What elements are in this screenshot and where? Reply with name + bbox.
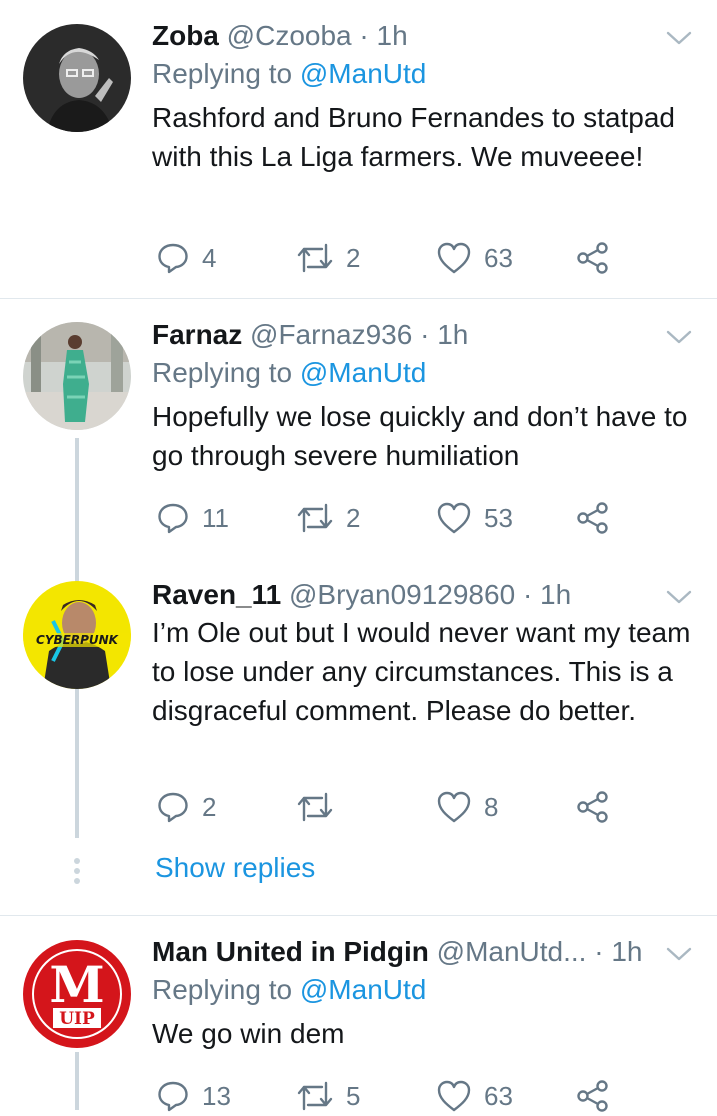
avatar-manutd-pidgin[interactable]: M UIP [23,940,131,1048]
chevron-down-icon[interactable] [665,327,693,347]
reply-button[interactable]: 4 [156,238,216,278]
like-count: 63 [484,242,513,273]
replying-prefix: Replying to [152,974,300,1005]
timestamp[interactable]: 1h [437,319,468,350]
like-count: 63 [484,1080,513,1111]
tweet-text: I’m Ole out but I would never want my te… [152,617,691,726]
chevron-down-icon[interactable] [665,28,693,48]
like-count: 53 [484,502,513,533]
timestamp[interactable]: 1h [377,20,408,51]
mention-link[interactable]: @ManUtd [300,974,426,1005]
retweet-button[interactable]: 2 [296,238,360,278]
display-name[interactable]: Farnaz [152,319,242,350]
retweet-icon [297,503,333,533]
replying-to: Replying to @ManUtd [152,970,697,1010]
tweet-manutd-pidgin[interactable]: M UIP Man United in Pidgin @ManUtd... · … [0,916,717,1112]
avatar-text: UIP [59,1009,95,1029]
tweet-text: We go win dem [152,1018,345,1049]
reply-icon [158,503,188,534]
avatar-text: CYBERPUNK [36,633,120,647]
timestamp[interactable]: 1h [611,936,642,967]
replying-to: Replying to @ManUtd [152,353,697,393]
user-handle[interactable]: @ManUtd... [437,936,587,967]
display-name[interactable]: Man United in Pidgin [152,936,429,967]
retweet-icon [297,792,333,822]
share-icon [577,1080,608,1112]
like-button[interactable]: 63 [436,1076,513,1116]
avatar-zoba[interactable] [23,24,131,132]
like-icon [437,1080,471,1112]
display-name[interactable]: Raven_11 [152,579,281,610]
share-button[interactable] [576,498,610,538]
tweet-header: Farnaz @Farnaz936 · 1h [152,317,697,353]
show-replies-link[interactable]: Show replies [155,852,315,884]
like-button[interactable]: 8 [436,787,498,827]
share-button[interactable] [576,1076,610,1116]
like-icon [437,242,471,274]
thread-line [75,1052,79,1110]
mention-link[interactable]: @ManUtd [300,58,426,89]
like-icon [437,502,471,534]
reply-count: 2 [202,791,217,822]
reply-button[interactable]: 13 [156,1076,231,1116]
user-handle[interactable]: @Czooba [227,20,352,51]
tweet-text: Hopefully we lose quickly and don’t have… [152,401,688,471]
retweet-button[interactable]: 5 [296,1076,360,1116]
replying-prefix: Replying to [152,58,300,89]
tweet-raven[interactable]: CYBERPUNK Raven_11 @Bryan09129860 · 1h I… [0,559,717,859]
reply-button[interactable]: 2 [156,787,216,827]
share-icon [577,242,608,274]
reply-icon [158,1081,188,1112]
reply-count: 11 [202,502,229,533]
retweet-count: 2 [346,502,361,533]
separator-dot: · [420,319,430,350]
tweet-header: Zoba @Czooba · 1h [152,18,697,54]
retweet-icon [297,243,333,273]
replying-to: Replying to @ManUtd [152,54,697,94]
share-button[interactable] [576,238,610,278]
tweet-text: Rashford and Bruno Fernandes to statpad … [152,102,676,172]
chevron-down-icon[interactable] [665,944,693,964]
like-button[interactable]: 63 [436,238,513,278]
reply-icon [158,243,188,274]
display-name[interactable]: Zoba [152,20,219,51]
retweet-icon [297,1081,333,1111]
user-handle[interactable]: @Farnaz936 [250,319,412,350]
tweet-header: Man United in Pidgin @ManUtd... · 1h [152,934,697,970]
avatar-letter: M [49,955,104,1014]
separator-dot: · [594,936,604,967]
reply-count: 4 [202,242,217,273]
separator-dot: · [522,579,533,610]
avatar-raven[interactable]: CYBERPUNK [23,581,131,689]
like-count: 8 [484,791,499,822]
avatar-farnaz[interactable] [23,322,131,430]
thread-more-dots [73,858,81,888]
retweet-button[interactable] [296,787,346,827]
separator-dot: · [359,20,369,51]
timestamp[interactable]: 1h [540,579,571,610]
tweet-farnaz[interactable]: Farnaz @Farnaz936 · 1h Replying to @ManU… [0,299,717,859]
retweet-count: 5 [346,1080,361,1111]
tweet-header: Raven_11 @Bryan09129860 · 1h [152,577,697,613]
share-button[interactable] [576,787,610,827]
retweet-button[interactable]: 2 [296,498,360,538]
reply-icon [158,792,188,823]
share-icon [577,791,608,823]
thread-line [75,695,79,829]
user-handle[interactable]: @Bryan09129860 [289,579,515,610]
chevron-down-icon[interactable] [665,587,693,607]
mention-link[interactable]: @ManUtd [300,357,426,388]
like-icon [437,791,471,823]
replying-prefix: Replying to [152,357,300,388]
like-button[interactable]: 53 [436,498,513,538]
retweet-count: 2 [346,242,361,273]
reply-button[interactable]: 11 [156,498,229,538]
share-icon [577,502,608,534]
tweet-zoba[interactable]: Zoba @Czooba · 1h Replying to @ManUtd Ra… [0,0,717,298]
reply-count: 13 [202,1080,231,1111]
